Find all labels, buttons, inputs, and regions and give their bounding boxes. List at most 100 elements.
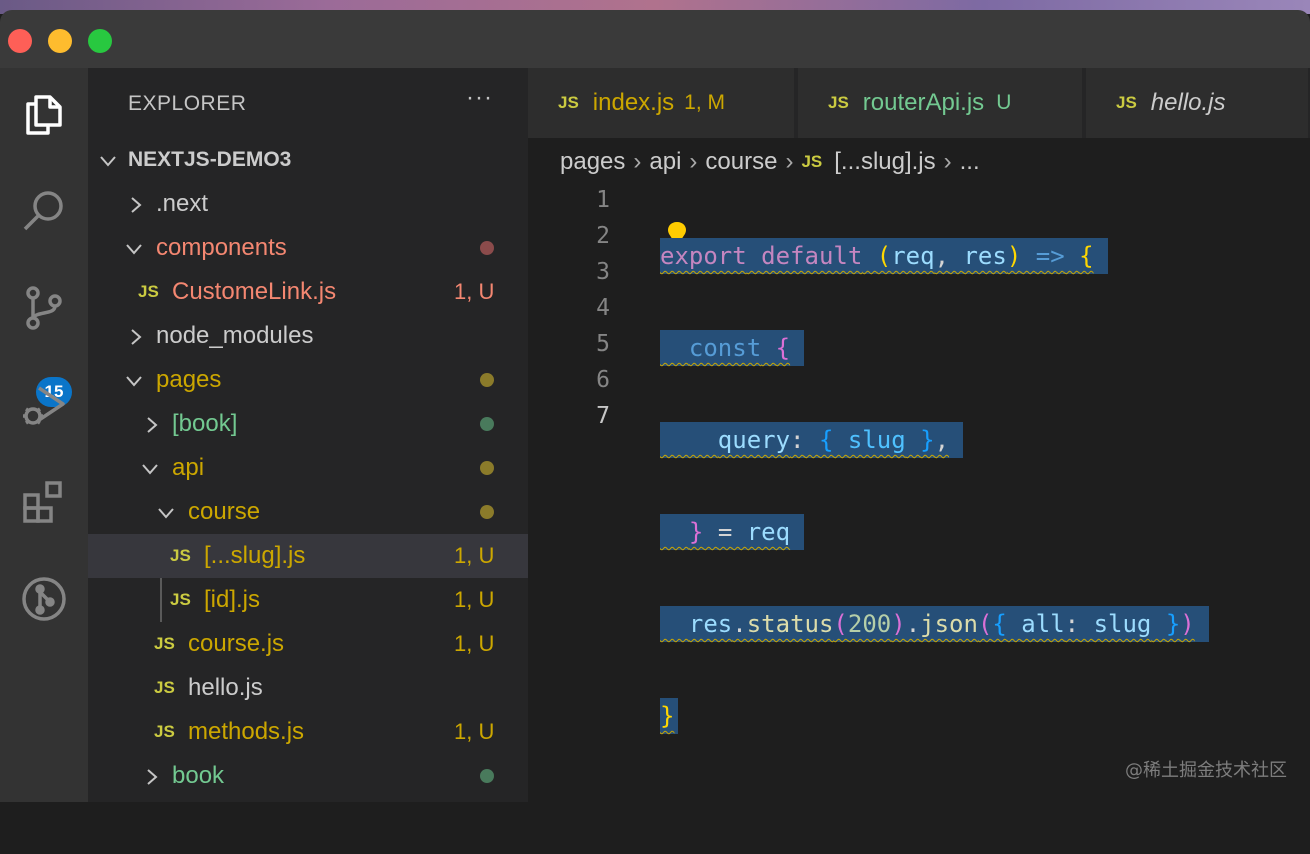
chevron-right-icon: › xyxy=(785,148,794,175)
tree-item-book[interactable]: book xyxy=(88,754,528,798)
tree-item-course-js[interactable]: JS course.js 1, U xyxy=(88,622,528,666)
js-file-icon: JS xyxy=(170,546,191,565)
selected-code: export default (req, res) => { xyxy=(660,238,1108,274)
tree-item-label: pages xyxy=(156,366,222,393)
project-name: NEXTJS-DEMO3 xyxy=(128,148,292,171)
tab-index-js[interactable]: JS index.js 1, M xyxy=(528,68,796,138)
tab-status: 1, M xyxy=(684,91,726,114)
project-root[interactable]: NEXTJS-DEMO3 xyxy=(88,138,528,182)
git-status-dot xyxy=(480,769,494,783)
source-control-icon[interactable] xyxy=(12,276,76,340)
editor-tab-bar: JS index.js 1, M JS routerApi.js U JS he… xyxy=(528,68,1310,138)
tree-item-label: course.js xyxy=(188,630,285,657)
js-file-icon: JS xyxy=(1116,93,1137,112)
line-number: 6 xyxy=(596,367,610,393)
tab-status: U xyxy=(996,91,1012,114)
tree-item-next[interactable]: .next xyxy=(88,182,528,226)
code-line: res.status(200).json({ all: slug }) xyxy=(660,606,1209,642)
breadcrumb: pages › api › course › JS [...slug].js ›… xyxy=(560,146,980,178)
chevron-right-icon xyxy=(126,326,146,346)
js-file-icon: JS xyxy=(828,93,849,112)
chevron-right-icon: › xyxy=(633,148,642,175)
breadcrumb-file[interactable]: [...slug].js xyxy=(834,148,935,176)
chevron-down-icon xyxy=(98,150,118,170)
breadcrumb-item[interactable]: api xyxy=(649,148,681,176)
selected-code: const { xyxy=(660,330,805,366)
tree-item-label: CustomeLink.js xyxy=(172,278,337,305)
tree-item-label: [id].js xyxy=(204,586,261,613)
zoom-window-button[interactable] xyxy=(88,29,112,53)
code-line: } = req xyxy=(660,514,1209,550)
run-debug-icon[interactable] xyxy=(12,373,76,437)
tree-item-pages[interactable]: pages xyxy=(88,358,528,402)
tree-item-node-modules[interactable]: node_modules xyxy=(88,314,528,358)
tree-item-book-dynamic[interactable]: [book] xyxy=(88,402,528,446)
tree-item-label: api xyxy=(172,454,205,481)
tab-hello-js[interactable]: JS hello.js xyxy=(1086,68,1310,138)
breadcrumb-item[interactable]: course xyxy=(705,148,777,176)
tree-item-label: .next xyxy=(156,190,209,217)
selected-code: } = req xyxy=(660,514,805,550)
line-number: 1 xyxy=(596,187,610,213)
more-actions-button[interactable]: ··· xyxy=(466,84,493,112)
tab-label: hello.js xyxy=(1150,89,1226,116)
code-line: export default (req, res) => { xyxy=(660,238,1209,274)
line-number-gutter: 1 2 3 4 5 6 7 xyxy=(560,182,610,434)
tree-item-label: [...slug].js xyxy=(204,542,306,569)
explorer-icon[interactable] xyxy=(12,82,76,146)
git-status: 1, U xyxy=(454,719,495,744)
chevron-right-icon xyxy=(126,194,146,214)
tree-item-label: methods.js xyxy=(188,718,305,745)
js-file-icon: JS xyxy=(558,93,579,112)
minimize-window-button[interactable] xyxy=(48,29,72,53)
chevron-down-icon xyxy=(140,458,160,478)
tree-item-methods-js[interactable]: JS methods.js 1, U xyxy=(88,710,528,754)
line-number: 7 xyxy=(596,403,610,429)
code-line: } xyxy=(660,698,1209,734)
tree-item-label: hello.js xyxy=(188,674,263,701)
tree-item-customelink[interactable]: JS CustomeLink.js 1, U xyxy=(88,270,528,314)
git-status-dot xyxy=(480,241,494,255)
git-status: 1, U xyxy=(454,631,495,656)
line-number: 4 xyxy=(596,295,610,321)
tab-routerapi-js[interactable]: JS routerApi.js U xyxy=(798,68,1084,138)
js-file-icon: JS xyxy=(801,152,823,171)
tree-item-course-folder[interactable]: course xyxy=(88,490,528,534)
code-line: query: { slug }, xyxy=(660,422,1209,458)
tab-label: index.js xyxy=(592,89,675,116)
selected-code: } xyxy=(660,698,679,734)
git-status: 1, U xyxy=(454,587,495,612)
git-status: 1, U xyxy=(454,543,495,568)
js-file-icon: JS xyxy=(154,722,175,741)
line-number: 2 xyxy=(596,223,610,249)
tree-item-id[interactable]: JS [id].js 1, U xyxy=(88,578,528,622)
git-status: 1, U xyxy=(454,279,495,304)
chevron-down-icon xyxy=(156,502,176,522)
tree-item-label: node_modules xyxy=(156,322,314,349)
git-graph-icon[interactable] xyxy=(12,567,76,631)
tree-item-slug[interactable]: JS [...slug].js 1, U xyxy=(88,534,528,578)
breadcrumb-item[interactable]: pages xyxy=(560,148,625,176)
line-number: 5 xyxy=(596,331,610,357)
git-status-dot xyxy=(480,417,494,431)
activity-bar: 15 xyxy=(0,68,88,802)
tab-label: routerApi.js xyxy=(862,89,985,116)
chevron-right-icon: › xyxy=(689,148,698,175)
code-editor[interactable]: export default (req, res) => { const { q… xyxy=(660,182,1209,854)
tree-item-hello-js[interactable]: JS hello.js xyxy=(88,666,528,710)
explorer-sidebar: EXPLORER ··· NEXTJS-DEMO3 .next componen… xyxy=(88,68,528,802)
breadcrumb-more[interactable]: ... xyxy=(960,148,980,176)
tree-item-components[interactable]: components xyxy=(88,226,528,270)
tree-item-label: book xyxy=(172,762,225,789)
search-icon[interactable] xyxy=(12,179,76,243)
js-file-icon: JS xyxy=(170,590,191,609)
tree-item-label: components xyxy=(156,234,287,261)
tree-item-api[interactable]: api xyxy=(88,446,528,490)
extensions-icon[interactable] xyxy=(12,470,76,534)
js-file-icon: JS xyxy=(154,634,175,653)
code-line: const { xyxy=(660,330,1209,366)
chevron-right-icon xyxy=(142,414,162,434)
window-titlebar xyxy=(0,10,1310,68)
close-window-button[interactable] xyxy=(8,29,32,53)
git-status-dot xyxy=(480,505,494,519)
